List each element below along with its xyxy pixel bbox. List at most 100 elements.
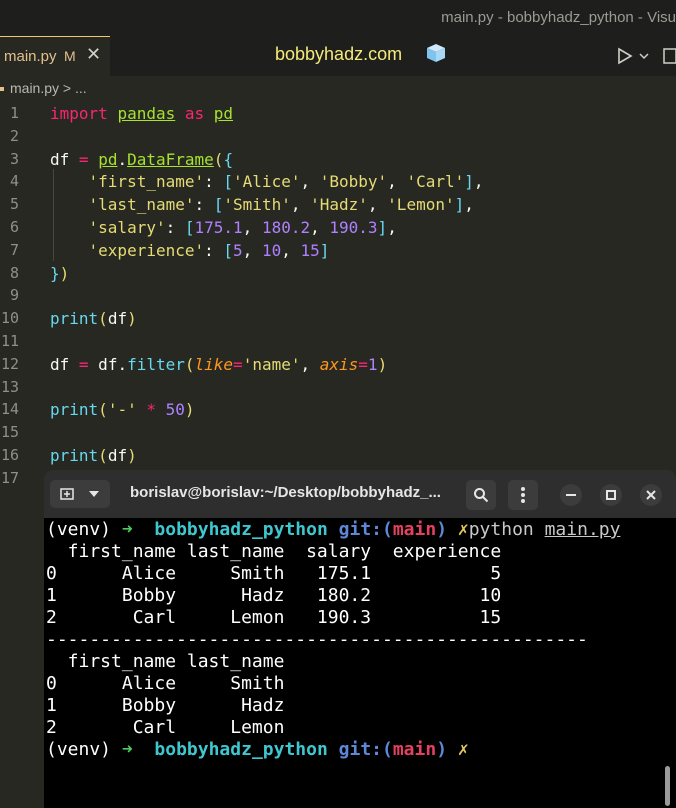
terminal-window[interactable]: borislav@borislav:~/Desktop/bobbyhadz_..… bbox=[44, 470, 676, 808]
code-text: print(df) bbox=[50, 309, 137, 329]
git-branch: main bbox=[392, 519, 437, 540]
dirty-icon: ✗ bbox=[457, 739, 469, 760]
terminal-prompt-line: (venv) ➜ bobbyhadz_python git:(main) ✗ bbox=[46, 739, 469, 761]
code-line[interactable]: 12 df = df.filter(like='name', axis=1) bbox=[0, 353, 676, 376]
line-number: 9 bbox=[9, 286, 19, 305]
code-line[interactable]: 4 'first_name': ['Alice', 'Bobby', 'Carl… bbox=[0, 170, 676, 193]
breadcrumb-separator: > bbox=[62, 80, 72, 96]
terminal-scrollbar[interactable] bbox=[665, 766, 670, 806]
code-line[interactable]: 14 print('-' * 50) bbox=[0, 398, 676, 421]
chevron-down-icon[interactable] bbox=[88, 490, 100, 498]
maximize-icon bbox=[606, 490, 616, 500]
terminal-command-file[interactable]: main.py bbox=[545, 519, 621, 540]
terminal-output-line: first_name last_name salary experience bbox=[46, 541, 502, 562]
kebab-menu-icon bbox=[521, 487, 525, 503]
minimize-icon bbox=[566, 494, 576, 496]
prompt-dir: bobbyhadz_python bbox=[154, 519, 328, 540]
brand-label: bobbyhadz.com bbox=[275, 44, 403, 64]
breadcrumb-more[interactable]: ... bbox=[75, 80, 87, 96]
code-line[interactable]: 1 import pandas as pd bbox=[0, 102, 676, 125]
chevron-down-icon[interactable] bbox=[638, 47, 650, 65]
code-line[interactable]: 9 bbox=[0, 284, 676, 307]
code-line[interactable]: 5 'last_name': ['Smith', 'Hadz', 'Lemon'… bbox=[0, 193, 676, 216]
line-number: 17 bbox=[0, 468, 19, 487]
line-number: 2 bbox=[9, 126, 19, 145]
new-tab-icon bbox=[60, 488, 74, 500]
new-tab-button[interactable] bbox=[50, 480, 110, 508]
git-label: git:( bbox=[338, 739, 393, 760]
git-branch: main bbox=[392, 739, 437, 760]
terminal-command: python bbox=[468, 519, 534, 540]
search-button[interactable] bbox=[466, 480, 496, 510]
code-text: 'salary': [175.1, 180.2, 190.3], bbox=[88, 218, 397, 237]
file-modified-dot bbox=[0, 87, 4, 92]
code-line[interactable]: 2 bbox=[0, 125, 676, 148]
line-number: 14 bbox=[0, 400, 19, 419]
terminal-output-line: 0 Alice Smith 175.1 5 bbox=[46, 563, 502, 584]
modified-indicator: M bbox=[64, 48, 76, 64]
venv-label: (venv) bbox=[46, 739, 112, 760]
code-line[interactable]: 11 bbox=[0, 330, 676, 353]
code-line[interactable]: 7 'experience': [5, 10, 15] bbox=[0, 239, 676, 262]
line-number: 7 bbox=[9, 240, 19, 259]
code-line[interactable]: 13 bbox=[0, 376, 676, 399]
close-icon[interactable]: ✕ bbox=[86, 44, 101, 65]
code-text: print('-' * 50) bbox=[50, 400, 195, 420]
prompt-dir: bobbyhadz_python bbox=[154, 739, 328, 760]
venv-label: (venv) bbox=[46, 519, 112, 540]
git-label: git:( bbox=[338, 519, 393, 540]
code-line[interactable]: 8}) bbox=[0, 262, 676, 285]
line-number: 15 bbox=[0, 423, 19, 442]
terminal-header: borislav@borislav:~/Desktop/bobbyhadz_..… bbox=[44, 470, 676, 518]
close-button[interactable] bbox=[640, 484, 662, 506]
code-text: }) bbox=[50, 263, 70, 283]
editor-tab-bar: main.py M ✕ bobbyhadz.com bbox=[0, 36, 676, 76]
run-icon[interactable] bbox=[616, 47, 634, 65]
code-line[interactable]: 15 bbox=[0, 421, 676, 444]
line-number: 8 bbox=[9, 263, 19, 282]
code-line[interactable]: 10 print(df) bbox=[0, 307, 676, 330]
code-line[interactable]: 6 'salary': [175.1, 180.2, 190.3], bbox=[0, 216, 676, 239]
menu-button[interactable] bbox=[508, 480, 538, 510]
line-number: 10 bbox=[0, 309, 19, 328]
minimize-button[interactable] bbox=[560, 484, 582, 506]
terminal-output-line: 1 Bobby Hadz bbox=[46, 695, 285, 716]
line-number: 1 bbox=[9, 104, 19, 122]
terminal-prompt-line: (venv) ➜ bobbyhadz_python git:(main) ✗py… bbox=[46, 519, 620, 541]
search-icon bbox=[474, 488, 489, 503]
maximize-button[interactable] bbox=[600, 484, 622, 506]
ice-cube-icon bbox=[427, 44, 445, 62]
code-text: df = df.filter(like='name', axis=1) bbox=[50, 354, 388, 374]
terminal-output-line: 2 Carl Lemon bbox=[46, 717, 285, 738]
line-number: 4 bbox=[9, 172, 19, 191]
code-text: import pandas as pd bbox=[50, 104, 234, 123]
line-number: 11 bbox=[0, 332, 19, 350]
code-text: 'last_name': ['Smith', 'Hadz', 'Lemon'], bbox=[88, 195, 474, 215]
terminal-output-line: 0 Alice Smith bbox=[46, 673, 285, 694]
code-line[interactable]: 16 print(df) bbox=[0, 444, 676, 467]
dirty-icon: ✗ bbox=[457, 519, 469, 540]
code-text: 'experience': [5, 10, 15] bbox=[88, 240, 330, 260]
terminal-output-line: first_name last_name bbox=[46, 651, 285, 672]
line-number: 3 bbox=[9, 149, 19, 168]
close-icon bbox=[646, 490, 656, 500]
tab-label: main.py bbox=[4, 48, 57, 65]
split-editor-icon[interactable] bbox=[662, 46, 676, 66]
git-label-close: ) bbox=[436, 519, 448, 540]
window-titlebar: main.py - bobbyhadz_python - Visu bbox=[0, 0, 676, 36]
arrow-icon: ➜ bbox=[121, 519, 133, 540]
code-text: df = pd.DataFrame({ bbox=[50, 149, 234, 169]
line-number: 6 bbox=[9, 218, 19, 236]
breadcrumb-file[interactable]: main.py bbox=[10, 80, 59, 96]
code-line[interactable]: 3 df = pd.DataFrame({ bbox=[0, 148, 676, 171]
breadcrumb: main.py > ... bbox=[0, 80, 87, 100]
line-number: 16 bbox=[0, 446, 19, 464]
line-number: 5 bbox=[9, 195, 19, 214]
window-title: main.py - bobbyhadz_python - Visu bbox=[441, 9, 676, 26]
code-text: 'first_name': ['Alice', 'Bobby', 'Carl']… bbox=[88, 172, 484, 192]
terminal-output-line: 2 Carl Lemon 190.3 15 bbox=[46, 607, 502, 628]
terminal-title: borislav@borislav:~/Desktop/bobbyhadz_..… bbox=[130, 484, 441, 501]
code-editor[interactable]: 1 import pandas as pd 2 3 df = pd.DataFrame(… bbox=[0, 100, 676, 500]
tab-main-py[interactable]: main.py M ✕ bbox=[0, 36, 110, 76]
line-number: 12 bbox=[0, 354, 19, 373]
